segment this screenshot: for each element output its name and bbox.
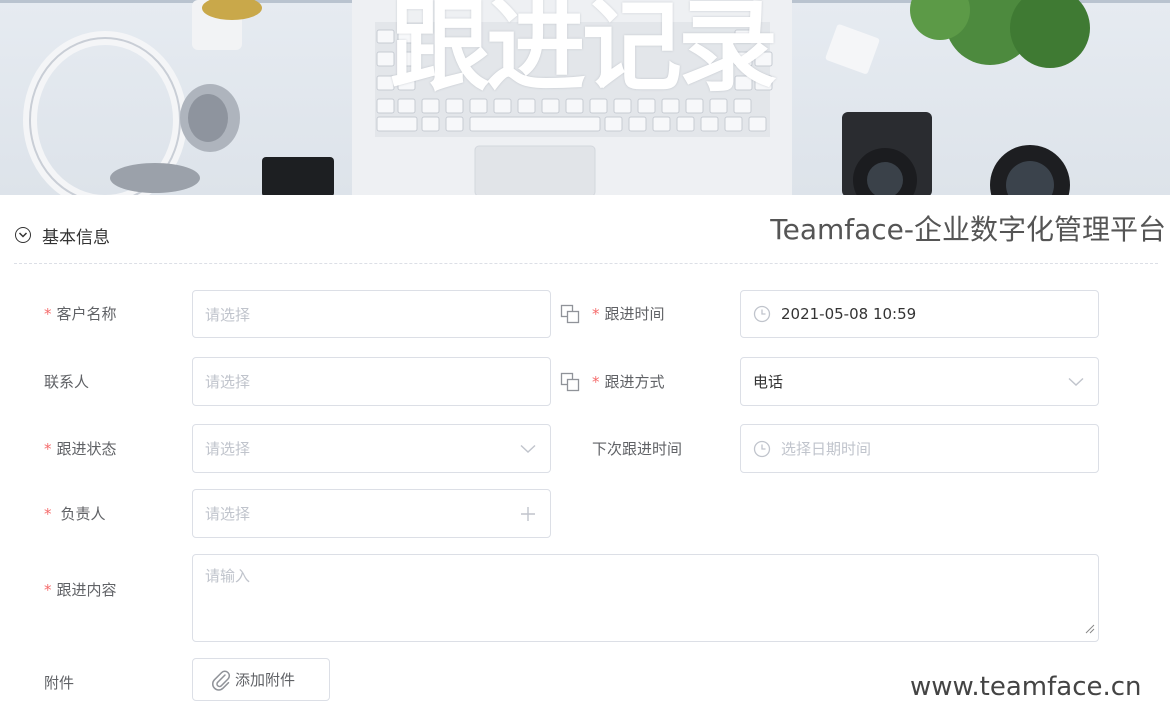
required-mark: * <box>592 305 600 323</box>
follow-status-select[interactable]: 请选择 <box>192 424 551 473</box>
follow-method-label: * 跟进方式 <box>592 373 665 391</box>
plus-icon[interactable] <box>520 506 536 522</box>
follow-time-label: * 跟进时间 <box>592 305 665 323</box>
copy-icon[interactable] <box>560 372 580 392</box>
clock-icon <box>753 440 771 458</box>
follow-status-label: * 跟进状态 <box>44 440 117 458</box>
attachment-label: 附件 <box>44 674 75 692</box>
owner-placeholder: 请选择 <box>205 505 251 523</box>
required-mark: * <box>44 505 52 523</box>
paperclip-icon <box>211 669 231 691</box>
brand-watermark: Teamface-企业数字化管理平台 <box>770 213 1166 246</box>
section-title: 基本信息 <box>42 227 110 248</box>
add-attachment-button[interactable]: 添加附件 <box>192 658 330 701</box>
required-mark: * <box>44 581 52 599</box>
section-header[interactable]: 基本信息 <box>15 222 110 248</box>
follow-status-placeholder: 请选择 <box>205 440 251 458</box>
copy-icon[interactable] <box>560 304 580 324</box>
follow-content-label: * 跟进内容 <box>44 581 117 599</box>
add-attachment-label: 添加附件 <box>235 671 296 689</box>
resize-handle-icon[interactable] <box>1085 620 1095 638</box>
next-follow-time-placeholder: 选择日期时间 <box>781 440 872 458</box>
required-mark: * <box>44 305 52 323</box>
customer-name-placeholder: 请选择 <box>205 305 251 324</box>
website-watermark: www.teamface.cn <box>910 672 1142 702</box>
chevron-down-circle-icon[interactable] <box>15 227 31 243</box>
section-divider <box>14 263 1158 264</box>
follow-method-select[interactable]: 电话 <box>740 357 1099 406</box>
contact-select[interactable]: 请选择 <box>192 357 551 406</box>
follow-method-value: 电话 <box>753 373 784 391</box>
customer-name-select[interactable]: 请选择 <box>192 290 551 338</box>
next-follow-time-picker[interactable]: 选择日期时间 <box>740 424 1099 473</box>
contact-label: 联系人 <box>44 373 90 391</box>
follow-content-placeholder: 请输入 <box>205 567 251 585</box>
required-mark: * <box>44 440 52 458</box>
banner-title: 跟进记录 <box>390 0 778 105</box>
follow-content-textarea[interactable]: 请输入 <box>192 554 1099 642</box>
next-follow-time-label: 下次跟进时间 <box>592 440 683 458</box>
clock-icon <box>753 305 771 323</box>
chevron-down-icon <box>1068 377 1084 387</box>
owner-select[interactable]: 请选择 <box>192 489 551 538</box>
owner-label: * 负责人 <box>44 505 106 523</box>
follow-time-value: 2021-05-08 10:59 <box>781 305 917 323</box>
customer-name-label: * 客户名称 <box>44 305 117 323</box>
chevron-down-icon <box>520 444 536 454</box>
contact-placeholder: 请选择 <box>205 373 251 391</box>
header-banner: 跟进记录 <box>0 0 1170 195</box>
required-mark: * <box>592 373 600 391</box>
follow-time-picker[interactable]: 2021-05-08 10:59 <box>740 290 1099 338</box>
